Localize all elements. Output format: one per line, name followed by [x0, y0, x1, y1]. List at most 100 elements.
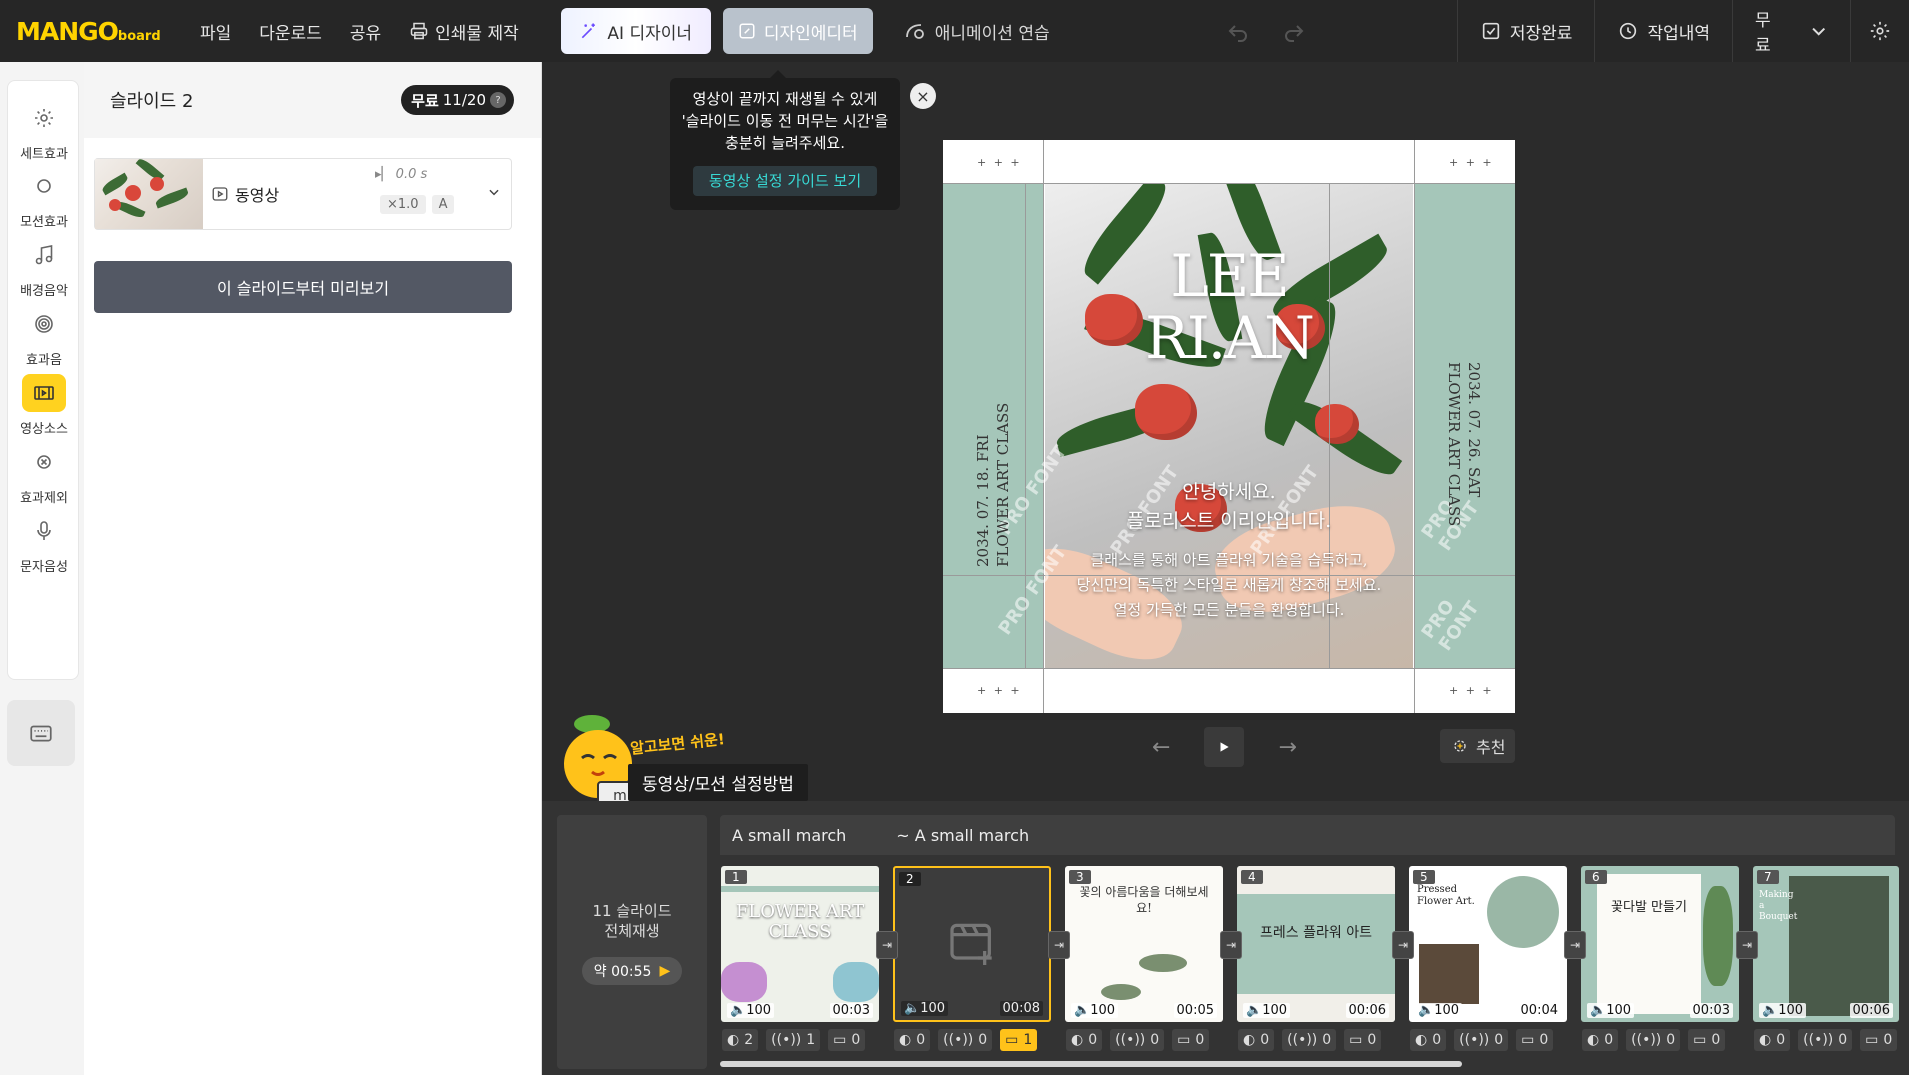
slide-volume[interactable]: 🔈100 — [1243, 1003, 1291, 1018]
animation-practice-button[interactable]: 애니메이션 연습 — [903, 19, 1050, 44]
video-count[interactable]: ▭ 1 — [1000, 1029, 1038, 1051]
video-delay[interactable]: ▸▏ 0.0 s — [375, 167, 427, 182]
slide-volume[interactable]: 🔈100 — [727, 1003, 775, 1018]
transition-button[interactable]: ⇥ — [1220, 931, 1242, 959]
motion-count[interactable]: ◐ 0 — [894, 1029, 931, 1051]
ai-designer-button[interactable]: AI 디자이너 — [560, 8, 711, 54]
arrow-right-icon[interactable]: → — [1278, 735, 1296, 760]
video-guide-link[interactable]: 동영상 설정 가이드 보기 — [692, 166, 878, 196]
timeline-slide-3[interactable]: 3 꽃의 아름다움을 더해보세요! 🔈100 00:05 — [1065, 866, 1223, 1022]
free-count: 11/20 — [442, 91, 486, 109]
slide-canvas[interactable]: + + + + + + + + + + + + PRO FONT PRO FON… — [943, 140, 1515, 713]
timeline-slide-1[interactable]: 1 FLOWER ART CLASS 🔈100 00:03 — [721, 866, 879, 1022]
sound-count[interactable]: ((•)) 0 — [1626, 1029, 1681, 1051]
motion-count[interactable]: ◐ 0 — [1066, 1029, 1103, 1051]
transition-button[interactable]: ⇥ — [1564, 931, 1586, 959]
divider-line — [1414, 140, 1415, 713]
preview-from-slide-button[interactable]: 이 슬라이드부터 미리보기 — [94, 261, 512, 313]
ai-designer-label: AI 디자이너 — [607, 23, 693, 44]
sound-count[interactable]: ((•)) 0 — [1110, 1029, 1165, 1051]
timeline-scrollbar[interactable] — [720, 1061, 1462, 1067]
motion-guide-button[interactable]: 동영상/모션 설정방법 — [628, 764, 808, 801]
video-count[interactable]: ▭ 0 — [1344, 1029, 1382, 1051]
video-source-card[interactable]: 동영상 ▸▏ 0.0 s ×1.0 A — [94, 158, 512, 230]
video-speed[interactable]: ×1.0 — [380, 195, 426, 214]
transition-button[interactable]: ⇥ — [1392, 931, 1414, 959]
history-button[interactable]: 작업내역 — [1594, 0, 1732, 62]
play-all-box[interactable]: 11 슬라이드 전체재생 약 00:55 ▶ — [557, 815, 707, 1069]
plan-dropdown[interactable]: 무료 — [1732, 0, 1850, 62]
slide-volume[interactable]: 🔈100 — [1071, 1003, 1119, 1018]
timeline-slide-2[interactable]: 2 🔈100 00:08 — [893, 866, 1051, 1022]
transition-button[interactable]: ⇥ — [1736, 931, 1758, 959]
sidebar-item-motion-effect[interactable]: 모션효과 — [8, 167, 80, 230]
timeline-slide-7[interactable]: 7 Making a Bouquet 🔈100 00:06 — [1753, 866, 1899, 1022]
motion-count[interactable]: ◐ 0 — [1582, 1029, 1619, 1051]
total-time-button[interactable]: 약 00:55 ▶ — [581, 957, 683, 985]
keyboard-shortcut-button[interactable] — [7, 700, 75, 766]
video-count[interactable]: ▭ 0 — [1688, 1029, 1726, 1051]
slide-duration[interactable]: 00:05 — [1173, 1003, 1217, 1018]
sidebar-item-tts[interactable]: 문자음성 — [8, 512, 80, 575]
video-slide-icon — [950, 923, 992, 965]
slide-volume[interactable]: 🔈100 — [1587, 1003, 1635, 1018]
undo-icon[interactable] — [1226, 19, 1250, 43]
video-count[interactable]: ▭ 0 — [828, 1029, 866, 1051]
sound-count[interactable]: ((•)) 0 — [1798, 1029, 1853, 1051]
motion-count[interactable]: ◐ 0 — [1238, 1029, 1275, 1051]
slide-number: 4 — [1241, 870, 1263, 884]
motion-count[interactable]: ◐ 2 — [722, 1029, 759, 1051]
sidebar-item-sound-effect[interactable]: 효과음 — [8, 305, 80, 368]
transition-icon: ⇥ — [1397, 938, 1409, 952]
recommend-button[interactable]: 추천 — [1440, 729, 1516, 763]
motion-count[interactable]: ◐ 0 — [1754, 1029, 1791, 1051]
sound-count[interactable]: ((•)) 1 — [766, 1029, 821, 1051]
settings-button[interactable] — [1850, 0, 1909, 62]
video-count[interactable]: ▭ 0 — [1172, 1029, 1210, 1051]
sidebar-item-video-source[interactable]: 영상소스 — [8, 374, 80, 437]
slide-duration[interactable]: 00:04 — [1517, 1003, 1561, 1018]
close-icon[interactable]: × — [910, 83, 936, 109]
slide-duration[interactable]: 00:06 — [1345, 1003, 1389, 1018]
video-count[interactable]: ▭ 0 — [1516, 1029, 1554, 1051]
print-button[interactable]: 인쇄물 제작 — [409, 19, 519, 44]
slide-duration[interactable]: 00:03 — [1689, 1003, 1733, 1018]
timeline-slide-6[interactable]: 6 꽃다발 만들기 🔈100 00:03 — [1581, 866, 1739, 1022]
slide-duration[interactable]: 00:03 — [829, 1003, 873, 1018]
save-status-button[interactable]: 저장완료 — [1456, 0, 1595, 62]
slide-duration[interactable]: 00:08 — [999, 1001, 1043, 1016]
free-usage-badge[interactable]: 무료 11/20 ? — [401, 85, 514, 115]
timeline-slide-4[interactable]: 4 프레스 플라워 아트 🔈100 00:06 — [1237, 866, 1395, 1022]
canvas-name: LEE RI.AN — [1145, 242, 1315, 372]
sound-count[interactable]: ((•)) 0 — [1282, 1029, 1337, 1051]
slide-volume[interactable]: 🔈100 — [901, 1001, 949, 1016]
menu-share[interactable]: 공유 — [350, 19, 381, 44]
design-editor-button[interactable]: 디자인에디터 — [722, 8, 873, 54]
sidebar-item-bgm[interactable]: 배경음악 — [8, 236, 80, 299]
motion-count[interactable]: ◐ 0 — [1410, 1029, 1447, 1051]
help-icon[interactable]: ? — [490, 92, 506, 108]
sidebar-item-exclude-effect[interactable]: 효과제외 — [8, 443, 80, 506]
bgm-track[interactable]: A small march ~ A small march — [720, 815, 1895, 855]
chevron-down-icon[interactable] — [487, 185, 501, 199]
logo[interactable]: MANGOboard — [16, 17, 186, 46]
play-button[interactable] — [1204, 727, 1245, 767]
menu-file[interactable]: 파일 — [200, 19, 231, 44]
sound-count[interactable]: ((•)) 0 — [938, 1029, 993, 1051]
sidebar-item-set-effect[interactable]: 세트효과 — [8, 99, 80, 162]
video-mode[interactable]: A — [431, 195, 455, 214]
menu-download[interactable]: 다운로드 — [259, 19, 322, 44]
sound-count[interactable]: ((•)) 0 — [1454, 1029, 1509, 1051]
transition-button[interactable]: ⇥ — [876, 931, 898, 959]
slide-title: 꽃다발 만들기 — [1611, 900, 1687, 915]
star-ornament: + + + — [977, 684, 1022, 697]
slide-volume[interactable]: 🔈100 — [1415, 1003, 1463, 1018]
slide-duration[interactable]: 00:06 — [1849, 1003, 1893, 1018]
slide-volume[interactable]: 🔈100 — [1759, 1003, 1807, 1018]
arrow-left-icon[interactable]: ← — [1152, 735, 1170, 760]
timeline-slide-5[interactable]: 5 Pressed Flower Art. 🔈100 00:04 — [1409, 866, 1567, 1022]
sparkle-gear-icon — [1454, 740, 1466, 752]
transition-button[interactable]: ⇥ — [1048, 931, 1070, 959]
redo-icon[interactable] — [1282, 19, 1306, 43]
video-count[interactable]: ▭ 0 — [1860, 1029, 1898, 1051]
